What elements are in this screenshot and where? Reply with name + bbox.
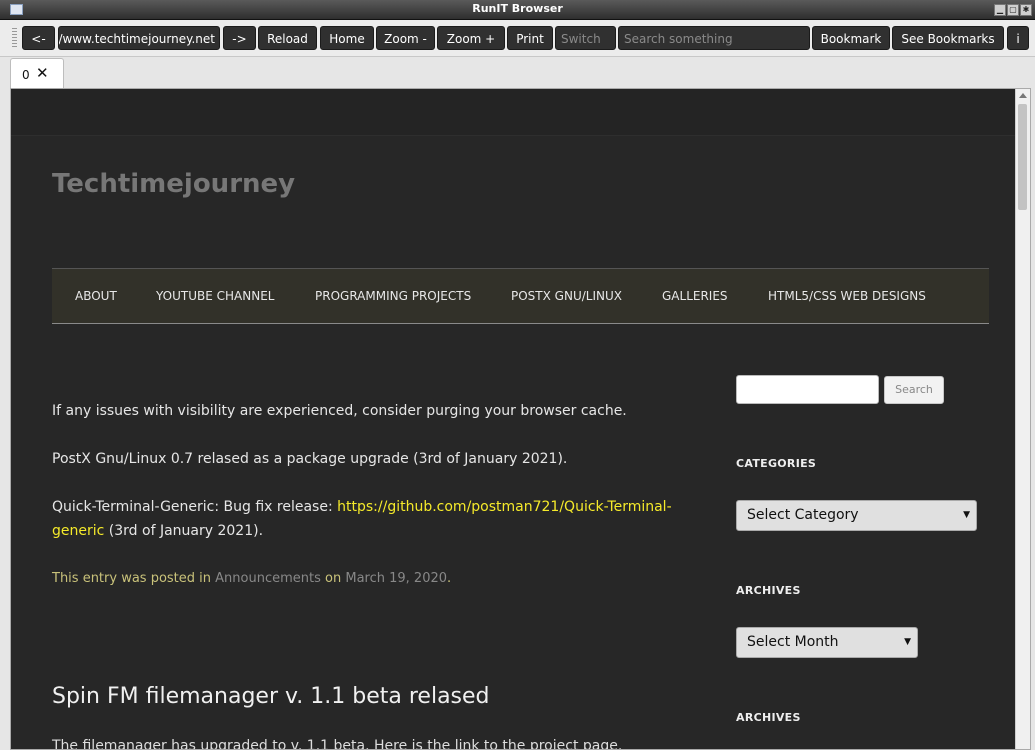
window-controls: ▁ ▢ ✱ (994, 4, 1032, 16)
switch-input[interactable]: Switch (555, 26, 616, 50)
archives-heading-2: ARCHIVES (736, 711, 801, 724)
reload-button[interactable]: Reload (258, 26, 317, 50)
post-excerpt: The filemanager has upgraded to v. 1.1 b… (52, 738, 623, 750)
forward-button[interactable]: -> (223, 26, 256, 50)
archives-heading: ARCHIVES (736, 584, 801, 597)
home-button[interactable]: Home (320, 26, 374, 50)
scroll-up-arrow-icon[interactable] (1019, 93, 1027, 98)
para-text: Quick-Terminal-Generic: Bug fix release: (52, 499, 338, 515)
see-bookmarks-button[interactable]: See Bookmarks (892, 26, 1004, 50)
nav-programming-projects[interactable]: PROGRAMMING PROJECTS (315, 289, 471, 303)
post-paragraph: Quick-Terminal-Generic: Bug fix release:… (52, 495, 672, 543)
search-input[interactable]: Search something (618, 26, 810, 50)
scrollbar-thumb[interactable] (1018, 104, 1027, 210)
minimize-icon[interactable]: ▁ (994, 4, 1006, 16)
post-content: If any issues with visibility are experi… (52, 399, 672, 591)
para-text: (3rd of January 2021). (104, 523, 264, 539)
meta-on: on (320, 571, 346, 586)
nav-about[interactable]: ABOUT (75, 289, 117, 303)
tab-label: 0 (22, 68, 30, 82)
page-top-band (11, 89, 1016, 136)
date-link[interactable]: March 19, 2020 (345, 571, 447, 586)
bookmark-button[interactable]: Bookmark (812, 26, 890, 50)
nav-galleries[interactable]: GALLERIES (662, 289, 728, 303)
window-title: RunIT Browser (472, 2, 563, 15)
nav-html5-css-web-designs[interactable]: HTML5/CSS WEB DESIGNS (768, 289, 926, 303)
para-text: PostX Gnu/Linux 0.7 relased as a package… (52, 451, 568, 467)
nav-postx-gnu-linux[interactable]: POSTX GNU/LINUX (511, 289, 622, 303)
categories-heading: CATEGORIES (736, 457, 817, 470)
tab-bar: 0 ✕ (0, 57, 1035, 88)
sidebar-search-button[interactable]: Search (884, 376, 944, 404)
tab-0[interactable]: 0 ✕ (10, 58, 64, 88)
entry-meta: This entry was posted in Announcements o… (52, 567, 672, 591)
post-paragraph: If any issues with visibility are experi… (52, 403, 627, 419)
post-title[interactable]: Spin FM filemanager v. 1.1 beta relased (52, 684, 490, 709)
toolbar-grip-icon[interactable] (12, 28, 17, 47)
web-view[interactable]: Techtimejourney ABOUT YOUTUBE CHANNEL PR… (10, 88, 1031, 750)
dropdown-arrow-icon: ▼ (904, 637, 911, 647)
dropdown-arrow-icon: ▼ (963, 510, 970, 520)
url-field[interactable]: https://www.techtimejourney.net/ (58, 26, 220, 50)
info-button[interactable]: i (1007, 26, 1029, 50)
zoom-out-button[interactable]: Zoom - (376, 26, 435, 50)
category-select-value: Select Category (747, 507, 859, 523)
back-button[interactable]: <- (22, 26, 55, 50)
browser-toolbar: <- https://www.techtimejourney.net/ -> R… (0, 20, 1035, 57)
sidebar-search-input[interactable] (736, 375, 879, 404)
zoom-in-button[interactable]: Zoom + (437, 26, 505, 50)
site-title[interactable]: Techtimejourney (52, 169, 295, 199)
archive-select-value: Select Month (747, 634, 839, 650)
close-icon[interactable]: ✱ (1020, 4, 1032, 16)
meta-end: . (447, 571, 452, 586)
print-button[interactable]: Print (507, 26, 553, 50)
nav-youtube-channel[interactable]: YOUTUBE CHANNEL (156, 289, 274, 303)
archive-select[interactable]: Select Month ▼ (736, 627, 918, 658)
maximize-icon[interactable]: ▢ (1007, 4, 1019, 16)
post-paragraph: PostX Gnu/Linux 0.7 relased as a package… (52, 447, 672, 471)
window-titlebar: RunIT Browser ▁ ▢ ✱ (0, 0, 1035, 20)
tab-close-icon[interactable]: ✕ (36, 64, 49, 82)
meta-prefix: This entry was posted in (52, 571, 216, 586)
site-navigation: ABOUT YOUTUBE CHANNEL PROGRAMMING PROJEC… (52, 268, 989, 324)
category-select[interactable]: Select Category ▼ (736, 500, 977, 531)
category-link[interactable]: Announcements (215, 571, 321, 586)
vertical-scrollbar[interactable] (1015, 89, 1030, 749)
